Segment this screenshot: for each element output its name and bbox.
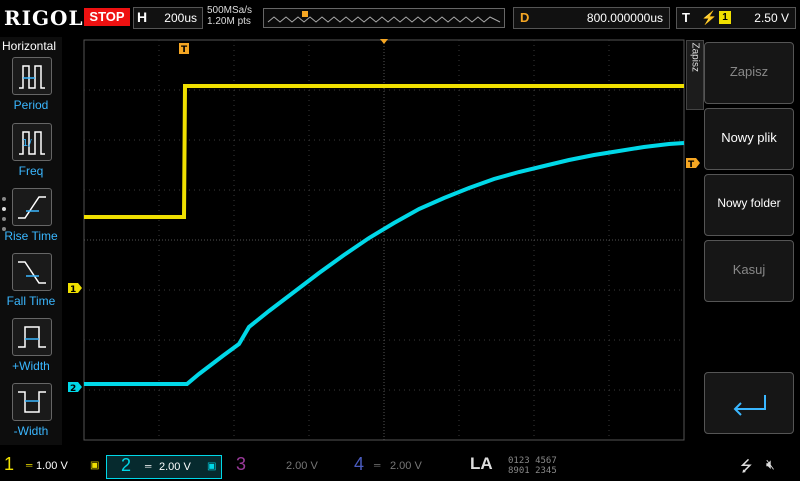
- save-button-label: Zapisz: [729, 64, 769, 79]
- rise-time-button[interactable]: [12, 188, 52, 226]
- timebase-label: H: [137, 9, 148, 25]
- channel-2-scale: 2.00 V: [159, 461, 191, 473]
- delay-value: 800.000000us: [586, 11, 663, 25]
- timebase-value: 200us: [164, 11, 197, 25]
- scroll-dot: [2, 217, 6, 221]
- la-channels-row-2: 8901 2345: [508, 466, 557, 476]
- fall-time-icon: [18, 261, 46, 284]
- channel-1-scale: 1.00 V: [36, 460, 68, 472]
- channel-1-number: 1: [4, 454, 15, 474]
- delay-readout[interactable]: D 800.000000us: [513, 7, 670, 29]
- svg-text:1/: 1/: [22, 138, 32, 149]
- channel-2-number: 2: [121, 455, 132, 475]
- trigger-level-marker: T: [686, 158, 700, 170]
- trigger-label: T: [682, 10, 690, 25]
- channel-2-offset-marker: 2: [68, 382, 82, 394]
- svg-text:T: T: [181, 45, 188, 55]
- svg-text:2: 2: [70, 384, 76, 394]
- timebase-readout[interactable]: H 200us: [133, 7, 203, 29]
- new-folder-button[interactable]: Nowy folder: [704, 174, 794, 236]
- la-channels-row-1: 0123 4567: [508, 456, 557, 466]
- rise-time-label: Rise Time: [4, 229, 58, 243]
- la-label: LA: [470, 454, 493, 473]
- new-file-button[interactable]: Nowy plik: [704, 108, 794, 170]
- scroll-dot-active: [2, 207, 6, 211]
- new-folder-button-label: Nowy folder: [717, 196, 781, 210]
- channel-1-bandwidth-icon: ▣: [90, 460, 100, 471]
- delete-button[interactable]: Kasuj: [704, 240, 794, 302]
- negative-width-icon: [18, 391, 46, 413]
- run-stop-indicator[interactable]: STOP: [84, 8, 130, 26]
- positive-width-label: +Width: [12, 359, 50, 373]
- frequency-icon: 1/: [19, 131, 45, 155]
- positive-width-icon: [18, 326, 46, 348]
- period-icon: [19, 65, 45, 89]
- sample-rate: 500MSa/s: [207, 5, 253, 16]
- waveform-display[interactable]: T T 1 2: [64, 37, 704, 445]
- memory-overview-waveform: [267, 11, 501, 23]
- channel-4-status[interactable]: 4 ═ 2.00 V: [344, 454, 454, 477]
- memory-depth: 1.20M pts: [207, 16, 251, 27]
- period-label: Period: [13, 98, 49, 112]
- overview-trigger-marker: [302, 11, 308, 17]
- rising-edge-icon: ⚡: [701, 10, 718, 25]
- save-button[interactable]: Zapisz: [704, 42, 794, 104]
- trigger-readout[interactable]: T ⚡ 1 2.50 V: [676, 7, 796, 29]
- menu-title: Horizontal: [2, 39, 57, 53]
- channel-3-status[interactable]: 3 2.00 V: [226, 454, 334, 477]
- negative-width-button[interactable]: [12, 383, 52, 421]
- channel-2-bandwidth-icon: ▣: [207, 461, 217, 472]
- trigger-time-marker: T: [179, 43, 189, 55]
- positive-width-button[interactable]: [12, 318, 52, 356]
- channel-1-status[interactable]: 1 ═ 1.00 V ▣: [0, 454, 104, 477]
- usb-icon: ⭍: [740, 458, 753, 475]
- frequency-button[interactable]: 1/: [12, 123, 52, 161]
- save-menu-tab: Zapisz: [686, 40, 704, 110]
- negative-width-label: -Width: [13, 424, 49, 438]
- channel-3-number: 3: [236, 454, 247, 474]
- acquisition-info: 500MSa/s 1.20M pts: [207, 5, 252, 27]
- dc-coupling-icon: ═: [26, 460, 33, 470]
- fall-time-label: Fall Time: [6, 294, 56, 308]
- dc-coupling-icon: ═: [374, 460, 381, 470]
- period-button[interactable]: [12, 57, 52, 95]
- memory-overview-strip[interactable]: [263, 8, 505, 28]
- channel-2-status[interactable]: 2 ═ 2.00 V ▣: [106, 455, 222, 479]
- channel-3-scale: 2.00 V: [286, 460, 318, 472]
- save-menu-tab-label: Zapisz: [689, 42, 701, 72]
- channel-4-scale: 2.00 V: [390, 460, 422, 472]
- scroll-dot: [2, 197, 6, 201]
- enter-return-icon: [733, 395, 766, 416]
- logic-analyzer-status[interactable]: LA 0123 4567 8901 2345: [460, 454, 594, 477]
- delete-button-label: Kasuj: [732, 262, 766, 277]
- channel-4-number: 4: [354, 454, 365, 474]
- rise-time-icon: [18, 196, 46, 219]
- new-file-button-label: Nowy plik: [721, 130, 777, 145]
- fall-time-button[interactable]: [12, 253, 52, 291]
- enter-button[interactable]: [704, 372, 794, 434]
- dc-coupling-icon: ═: [145, 461, 152, 471]
- trigger-source: 1: [719, 11, 731, 24]
- brand-logo: RIGOL: [4, 6, 84, 30]
- system-status-icons: ⭍ 🔇︎: [704, 454, 800, 478]
- channel-1-offset-marker: 1: [68, 283, 82, 295]
- svg-text:T: T: [688, 160, 695, 170]
- delay-label: D: [520, 10, 530, 25]
- trigger-level: 2.50 V: [754, 11, 789, 25]
- frequency-label: Freq: [18, 164, 44, 178]
- sound-muted-icon[interactable]: 🔇︎: [766, 456, 775, 473]
- svg-text:1: 1: [70, 285, 76, 295]
